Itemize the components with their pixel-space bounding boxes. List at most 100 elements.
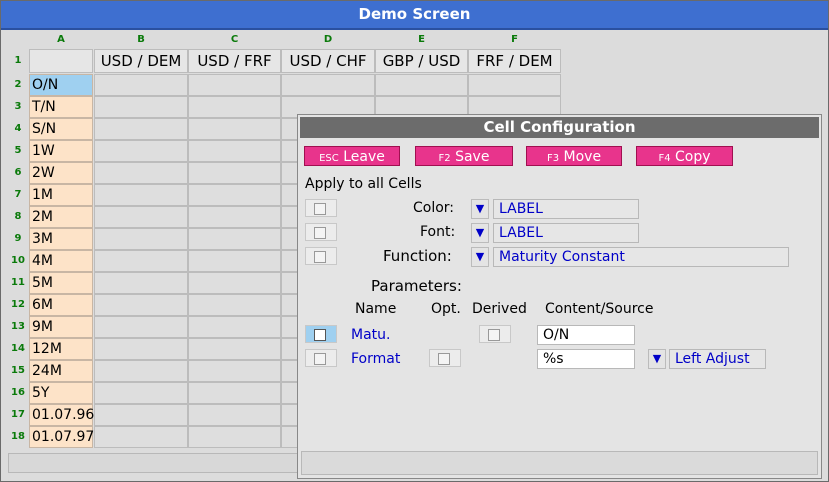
param-matu-content-field[interactable]: O/N xyxy=(537,325,635,345)
data-cell[interactable] xyxy=(94,426,188,448)
selected-row-label-cell[interactable]: O/N xyxy=(29,74,93,96)
data-cell[interactable] xyxy=(94,250,188,272)
param-format-select-checkbox[interactable] xyxy=(305,349,337,367)
data-cell[interactable] xyxy=(188,426,281,448)
leave-button[interactable]: ESC Leave xyxy=(304,146,400,166)
row-number: 17 xyxy=(11,409,25,420)
column-header[interactable] xyxy=(29,49,93,73)
row-label-cell[interactable]: T/N xyxy=(29,96,93,118)
apply-font-checkbox[interactable] xyxy=(305,223,337,241)
function-dropdown-button[interactable]: ▼ xyxy=(471,247,489,267)
data-cell[interactable] xyxy=(94,228,188,250)
data-cell[interactable] xyxy=(375,74,468,96)
data-cell[interactable] xyxy=(94,360,188,382)
row-label-cell[interactable]: 2W xyxy=(29,162,93,184)
data-cell[interactable] xyxy=(188,250,281,272)
data-cell[interactable] xyxy=(188,338,281,360)
adjust-field[interactable]: Left Adjust xyxy=(669,349,766,369)
row-label-cell[interactable]: 1W xyxy=(29,140,93,162)
copy-button[interactable]: F4 Copy xyxy=(636,146,733,166)
data-cell[interactable] xyxy=(94,206,188,228)
data-cell[interactable] xyxy=(94,74,188,96)
color-field[interactable]: LABEL xyxy=(493,199,639,219)
checkbox-icon xyxy=(314,227,326,239)
data-cell[interactable] xyxy=(188,316,281,338)
row-number: 11 xyxy=(11,277,25,288)
row-label-cell[interactable]: 4M xyxy=(29,250,93,272)
data-cell[interactable] xyxy=(188,228,281,250)
move-key: F3 xyxy=(546,153,560,164)
adjust-dropdown-button[interactable]: ▼ xyxy=(648,349,666,369)
checkbox-icon xyxy=(314,251,326,263)
data-cell[interactable] xyxy=(188,162,281,184)
row-label-cell[interactable]: 2M xyxy=(29,206,93,228)
row-label-cell[interactable]: S/N xyxy=(29,118,93,140)
column-header[interactable]: USD / FRF xyxy=(188,49,281,73)
row-label-cell[interactable]: 3M xyxy=(29,228,93,250)
row-label-cell[interactable]: 24M xyxy=(29,360,93,382)
apply-function-checkbox[interactable] xyxy=(305,247,337,265)
data-cell[interactable] xyxy=(188,272,281,294)
row-number: 4 xyxy=(14,123,22,134)
checkbox-icon xyxy=(488,329,500,341)
apply-color-checkbox[interactable] xyxy=(305,199,337,217)
column-header[interactable]: USD / CHF xyxy=(281,49,375,73)
column-letter: E xyxy=(418,34,425,45)
data-cell[interactable] xyxy=(188,360,281,382)
column-header[interactable]: GBP / USD xyxy=(375,49,468,73)
font-field[interactable]: LABEL xyxy=(493,223,639,243)
column-header[interactable]: USD / DEM xyxy=(94,49,188,73)
data-cell[interactable] xyxy=(94,294,188,316)
checkbox-icon xyxy=(438,353,450,365)
data-cell[interactable] xyxy=(94,162,188,184)
data-cell[interactable] xyxy=(94,184,188,206)
row-number: 8 xyxy=(14,211,22,222)
data-cell[interactable] xyxy=(188,294,281,316)
row-label-cell[interactable]: 9M xyxy=(29,316,93,338)
param-derived-header: Derived xyxy=(472,301,527,317)
function-field[interactable]: Maturity Constant xyxy=(493,247,789,267)
data-cell[interactable] xyxy=(188,118,281,140)
data-cell[interactable] xyxy=(94,382,188,404)
data-cell[interactable] xyxy=(188,74,281,96)
cell-configuration-dialog: Cell Configuration ESC Leave F2 Save F3 … xyxy=(297,114,822,479)
data-cell[interactable] xyxy=(94,118,188,140)
param-matu-derived-checkbox[interactable] xyxy=(479,325,511,343)
data-cell[interactable] xyxy=(188,184,281,206)
param-format-name: Format xyxy=(351,351,401,367)
font-dropdown-button[interactable]: ▼ xyxy=(471,223,489,243)
data-cell[interactable] xyxy=(188,404,281,426)
param-matu-select-checkbox[interactable] xyxy=(305,325,337,343)
data-cell[interactable] xyxy=(188,382,281,404)
row-label-cell[interactable]: 12M xyxy=(29,338,93,360)
data-cell[interactable] xyxy=(188,140,281,162)
row-label-cell[interactable]: 6M xyxy=(29,294,93,316)
data-cell[interactable] xyxy=(94,140,188,162)
row-label-cell[interactable]: 01.07.96 xyxy=(29,404,94,426)
column-header[interactable]: FRF / DEM xyxy=(468,49,561,73)
param-format-content-field[interactable]: %s xyxy=(537,349,635,369)
copy-key: F4 xyxy=(658,153,671,164)
data-cell[interactable] xyxy=(94,316,188,338)
triangle-down-icon: ▼ xyxy=(652,352,662,365)
data-cell[interactable] xyxy=(188,206,281,228)
row-number: 2 xyxy=(14,79,22,90)
row-label-cell[interactable]: 01.07.97 xyxy=(29,426,94,448)
data-cell[interactable] xyxy=(94,272,188,294)
data-cell[interactable] xyxy=(468,74,561,96)
row-label-cell[interactable]: 5M xyxy=(29,272,93,294)
data-cell[interactable] xyxy=(94,338,188,360)
row-label-cell[interactable]: 5Y xyxy=(29,382,93,404)
data-cell[interactable] xyxy=(94,404,188,426)
data-cell[interactable] xyxy=(188,96,281,118)
row-label-cell[interactable]: 1M xyxy=(29,184,93,206)
column-letter: F xyxy=(511,34,518,45)
color-dropdown-button[interactable]: ▼ xyxy=(471,199,489,219)
data-cell[interactable] xyxy=(281,74,375,96)
data-cell[interactable] xyxy=(94,96,188,118)
dialog-status-bar xyxy=(301,451,818,475)
move-button[interactable]: F3 Move xyxy=(526,146,622,166)
save-button[interactable]: F2 Save xyxy=(415,146,513,166)
param-format-opt-checkbox[interactable] xyxy=(429,349,461,367)
param-content-header: Content/Source xyxy=(545,301,654,317)
